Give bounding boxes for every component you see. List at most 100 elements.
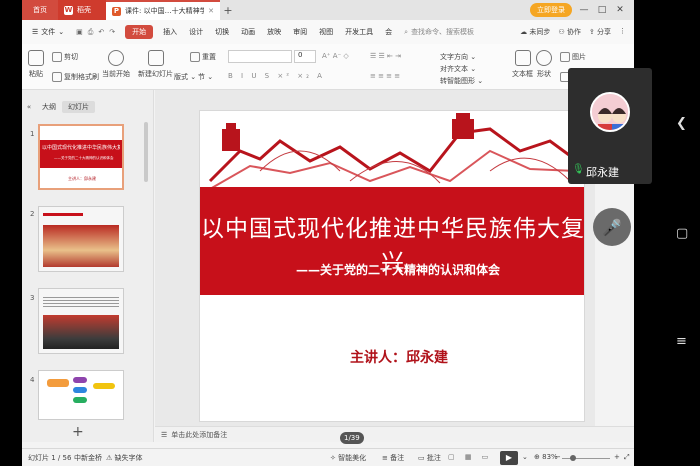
view-mode-buttons[interactable]: ▢ ▦ ▭ [448, 453, 492, 461]
smart-beautify-button[interactable]: ✧ 智能美化 [330, 453, 366, 463]
text-direction-button[interactable]: 文字方向 ⌄ [440, 52, 476, 62]
theme-name[interactable]: 中新金桥 [74, 453, 102, 463]
paragraph-list-buttons[interactable]: ☰ ☰ ⇤ ⇥ [370, 52, 401, 60]
picture-label: 图片 [572, 53, 586, 61]
shape-button[interactable]: 形状 [536, 50, 552, 79]
copy-button[interactable]: 复制 [52, 72, 78, 82]
maximize-button[interactable]: □ [596, 5, 608, 15]
menu-file-label: 文件 [41, 28, 56, 36]
thumbnail-scrollbar[interactable] [144, 122, 148, 182]
current-slide[interactable]: 以中国式现代化推进中华民族伟大复兴 ——关于党的二十大精神的认识和体会 主讲人：… [199, 110, 585, 422]
zoom-slider-knob[interactable] [570, 455, 576, 461]
menu-lines-icon[interactable]: ≡ [676, 334, 687, 349]
tab-member[interactable]: 会 [379, 20, 398, 44]
tab-slides[interactable]: 幻灯片 [62, 101, 95, 113]
textbox-button[interactable]: 文本框 [512, 50, 533, 79]
sync-status[interactable]: ☁ 未同步 [520, 27, 550, 37]
tab-home-label: 首页 [33, 6, 47, 14]
font-grow-shrink[interactable]: A⁺ A⁻ ◇ [322, 52, 349, 60]
tab-home[interactable]: 首页 [22, 0, 58, 20]
paragraph-align-buttons[interactable]: ≡ ≡ ≡ ≡ [370, 72, 400, 80]
tab-dev[interactable]: 开发工具 [339, 20, 379, 44]
tab-design[interactable]: 设计 [183, 20, 209, 44]
tab-show[interactable]: 放映 [261, 20, 287, 44]
cut-button[interactable]: 剪切 [52, 52, 78, 62]
notes-toggle-label: 备注 [390, 454, 405, 462]
close-tab-icon[interactable]: ✕ [208, 7, 214, 15]
slide-thumbnail-3[interactable] [38, 288, 124, 354]
chevron-down-icon: ⌄ [58, 28, 65, 36]
font-family-select[interactable] [228, 50, 292, 63]
chevron-left-icon[interactable]: ❮ [676, 116, 687, 131]
microphone-toggle-button[interactable]: 🎤 [593, 208, 631, 246]
comments-toggle[interactable]: ▭ 批注 [418, 453, 441, 463]
reset-button[interactable]: 重置 [190, 52, 216, 62]
save-icon[interactable]: ▣ [76, 28, 83, 36]
tab-animation[interactable]: 动画 [235, 20, 261, 44]
new-tab-button[interactable]: + [220, 0, 236, 20]
font-style-buttons[interactable]: B I U S ×² ×₂ A [228, 72, 325, 80]
slide-subtitle[interactable]: ——关于党的二十大精神的认识和体会 [296, 261, 500, 278]
status-bar: 幻灯片 1 / 56 中新金桥 ⚠ 缺失字体 ✧ 智能美化 ≡ 备注 ▭ 批注 … [22, 448, 634, 466]
thumb-speaker: 主讲人：邱永建 [68, 176, 96, 181]
play-options-icon[interactable]: ⌄ [522, 453, 528, 461]
paste-button[interactable]: 粘贴 [28, 50, 44, 79]
collab-button[interactable]: ⚇ 协作 [558, 27, 581, 37]
slideshow-play-button[interactable]: ▶ [500, 451, 518, 465]
font-size-select[interactable]: 0 [294, 50, 316, 63]
fit-window-icon[interactable]: ⤢ [624, 453, 630, 462]
missing-font-button[interactable]: ⚠ 缺失字体 [106, 453, 143, 463]
print-icon[interactable]: ⎙ [88, 28, 94, 37]
shape-icon [536, 50, 552, 66]
format-painter-button[interactable]: 格式刷 [78, 72, 99, 82]
picture-button[interactable]: 图片 [560, 52, 586, 62]
menu-file[interactable]: ☰ 文件 ⌄ [26, 20, 70, 44]
slide-speaker[interactable]: 主讲人：邱永建 [350, 347, 448, 367]
align-text-button[interactable]: 对齐文本 ⌄ [440, 64, 476, 74]
add-slide-button[interactable]: + [72, 424, 84, 440]
screen: 首页 W 稻壳 P 课件: 以中国…十大精神学习 ✕ + 立即登录 — □ ✕ … [0, 0, 700, 466]
tab-document[interactable]: P 课件: 以中国…十大精神学习 ✕ [106, 0, 220, 20]
thumb-mindmap-node [47, 379, 69, 387]
tab-docer-label: 稻壳 [77, 6, 91, 14]
tab-insert[interactable]: 插入 [157, 20, 183, 44]
redo-icon[interactable]: ↷ [109, 28, 115, 36]
tab-outline[interactable]: 大纲 [36, 101, 62, 113]
slide-thumbnail-1[interactable]: 以中国式现代化推进中华民族伟大复兴 ——关于党的二十大精神的认识和体会 主讲人：… [38, 124, 124, 190]
page-indicator: 1/39 [340, 432, 364, 444]
thumb-number: 1 [30, 130, 35, 138]
minimize-button[interactable]: — [578, 5, 590, 15]
section-button[interactable]: 节 ⌄ [198, 72, 213, 82]
square-icon[interactable]: ▢ [676, 226, 688, 241]
slide-thumbnail-2[interactable] [38, 206, 124, 272]
thumb-mindmap-node [93, 383, 115, 389]
slide-thumbnail-4[interactable] [38, 370, 124, 420]
notes-pane[interactable]: ☰ 单击此处添加备注 [155, 426, 634, 442]
paste-label: 粘贴 [29, 70, 43, 78]
layout-label: 版式 [174, 73, 188, 81]
tab-docer[interactable]: W 稻壳 [58, 0, 106, 20]
presentation-file-icon: P [112, 6, 121, 16]
docer-logo-icon: W [64, 5, 73, 15]
zoom-in-button[interactable]: + [614, 453, 620, 461]
reset-label: 重置 [202, 53, 216, 61]
participant-video-tile[interactable]: 🎙 邱永建 [568, 68, 652, 184]
more-icon[interactable]: ⋮ [619, 27, 626, 37]
play-current-button[interactable]: 当前开始 [102, 50, 130, 79]
collapse-panel-icon[interactable]: « [22, 103, 36, 111]
tab-review[interactable]: 审阅 [287, 20, 313, 44]
command-search[interactable]: ⌕ 查找命令、搜索模板 [404, 27, 474, 37]
smartart-button[interactable]: 转智能图形 ⌄ [440, 76, 483, 86]
notes-toggle[interactable]: ≡ 备注 [382, 453, 404, 463]
tab-switch[interactable]: 切换 [209, 20, 235, 44]
new-slide-button[interactable]: 新建幻灯片 [138, 50, 173, 79]
tab-view[interactable]: 视图 [313, 20, 339, 44]
share-button[interactable]: ⇪ 分享 [589, 27, 611, 37]
undo-icon[interactable]: ↶ [98, 28, 104, 36]
close-window-button[interactable]: ✕ [614, 5, 626, 15]
login-button[interactable]: 立即登录 [530, 3, 572, 17]
layout-button[interactable]: 版式 ⌄ [174, 72, 196, 82]
zoom-out-button[interactable]: − [555, 453, 561, 461]
tab-start[interactable]: 开始 [125, 25, 154, 39]
thumb-title: 以中国式现代化推进中华民族伟大复兴 [42, 145, 120, 151]
